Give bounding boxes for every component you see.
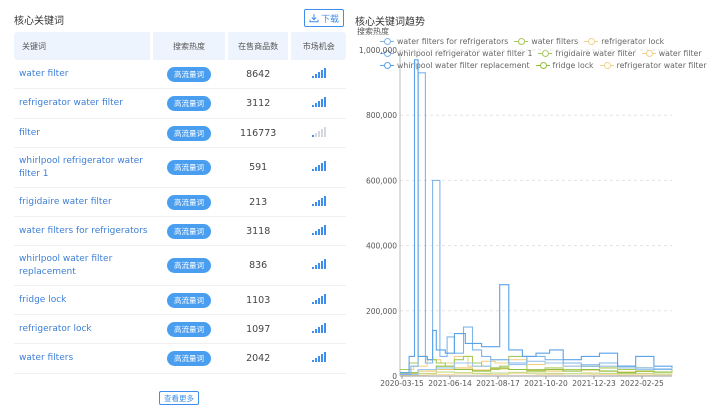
table-row[interactable]: fridge lock 高流量词 1103: [14, 286, 346, 315]
signal-bars-icon: [311, 352, 326, 362]
signal-bars-icon: [311, 259, 326, 269]
signal-bars-icon: [311, 97, 326, 107]
keyword-link[interactable]: water filters: [14, 344, 151, 374]
goods-count: 836: [227, 246, 289, 286]
signal-bars-icon: [311, 67, 326, 78]
table-row[interactable]: refrigerator lock 高流量词 1097: [14, 315, 346, 344]
goods-count: 116773: [227, 119, 289, 148]
keyword-link[interactable]: frigidaire water filter: [14, 188, 151, 217]
goods-count: 8642: [227, 60, 289, 89]
x-tick-label: 2022-02-25: [620, 379, 664, 388]
x-tick-label: 2021-12-23: [572, 379, 616, 388]
table-row[interactable]: refrigerator water filter 高流量词 3112: [14, 89, 346, 119]
signal-bars-icon: [311, 195, 326, 206]
keyword-link[interactable]: refrigerator water filter: [14, 89, 151, 119]
y-tick-label: 200,000: [366, 307, 397, 316]
keyword-link[interactable]: fridge lock: [14, 286, 151, 315]
goods-count: 213: [227, 188, 289, 217]
heat-badge: 高流量词: [167, 321, 212, 337]
heat-badge: 高流量词: [167, 66, 212, 82]
keywords-table: 关键词 搜索热度 在售商品数 市场机会 water filter 高流量词 8642…: [14, 32, 346, 374]
trend-chart: 0200,000400,000600,000800,0001,000,00020…: [359, 46, 673, 388]
heat-badge: 高流量词: [167, 194, 212, 210]
heat-badge: 高流量词: [167, 292, 212, 308]
download-button[interactable]: 下载: [304, 9, 344, 27]
col-opportunity: 市场机会: [291, 32, 346, 60]
series-line: [400, 59, 673, 374]
x-tick-label: 2021-08-17: [476, 379, 520, 388]
y-tick-label: 600,000: [366, 176, 397, 185]
table-row[interactable]: filter 高流量词 116773: [14, 119, 346, 148]
signal-bars-icon: [311, 126, 326, 137]
signal-bars-icon: [311, 224, 326, 235]
keyword-trend-panel: 核心关键词趋势 搜索热度 water filters for refrigera…: [352, 0, 720, 418]
table-row[interactable]: water filters for refrigerators 高流量词 3118: [14, 217, 346, 246]
table-row[interactable]: water filters 高流量词 2042: [14, 344, 346, 374]
y-tick-label: 800,000: [366, 111, 397, 120]
y-tick-label: 1,000,000: [359, 46, 397, 55]
signal-bars-icon: [311, 161, 326, 171]
download-icon: [309, 14, 319, 23]
keyword-link[interactable]: whirlpool water filter replacement: [14, 246, 151, 286]
goods-count: 591: [227, 148, 289, 188]
col-keyword: 关键词: [14, 32, 151, 60]
col-heat: 搜索热度: [153, 32, 225, 60]
heat-badge: 高流量词: [167, 160, 212, 175]
signal-bars-icon: [311, 322, 326, 333]
download-label: 下载: [320, 14, 339, 25]
goods-count: 3118: [227, 217, 289, 246]
keyword-link[interactable]: whirlpool refrigerator water filter 1: [14, 148, 151, 188]
y-tick-label: 400,000: [366, 242, 397, 251]
heat-badge: 高流量词: [167, 125, 212, 141]
series-line: [400, 355, 673, 372]
table-row[interactable]: frigidaire water filter 高流量词 213: [14, 188, 346, 217]
goods-count: 1103: [227, 286, 289, 315]
heat-badge: 高流量词: [167, 351, 212, 366]
col-goods: 在售商品数: [227, 32, 289, 60]
core-keywords-title: 核心关键词: [14, 16, 64, 27]
x-tick-label: 2021-10-20: [524, 379, 568, 388]
view-more-button[interactable]: 查看更多: [159, 391, 199, 405]
goods-count: 1097: [227, 315, 289, 344]
table-row[interactable]: whirlpool refrigerator water filter 1 高流量…: [14, 148, 346, 188]
core-keywords-panel: 核心关键词 下载 关键词 搜索热度 在售商品数 市场机会 water filte…: [0, 0, 350, 418]
heat-badge: 高流量词: [167, 258, 212, 273]
heat-badge: 高流量词: [167, 96, 212, 111]
series-line: [400, 72, 672, 375]
heat-badge: 高流量词: [167, 223, 212, 239]
goods-count: 3112: [227, 89, 289, 119]
x-tick-label: 2020-03-15: [380, 379, 424, 388]
x-tick-label: 2021-06-14: [428, 379, 472, 388]
keyword-link[interactable]: refrigerator lock: [14, 315, 151, 344]
table-row[interactable]: whirlpool water filter replacement 高流量词 83…: [14, 246, 346, 286]
keyword-link[interactable]: water filters for refrigerators: [14, 217, 151, 246]
goods-count: 2042: [227, 344, 289, 374]
signal-bars-icon: [311, 293, 326, 304]
table-row[interactable]: water filter 高流量词 8642: [14, 60, 346, 89]
keyword-link[interactable]: water filter: [14, 60, 151, 89]
keyword-link[interactable]: filter: [14, 119, 151, 148]
